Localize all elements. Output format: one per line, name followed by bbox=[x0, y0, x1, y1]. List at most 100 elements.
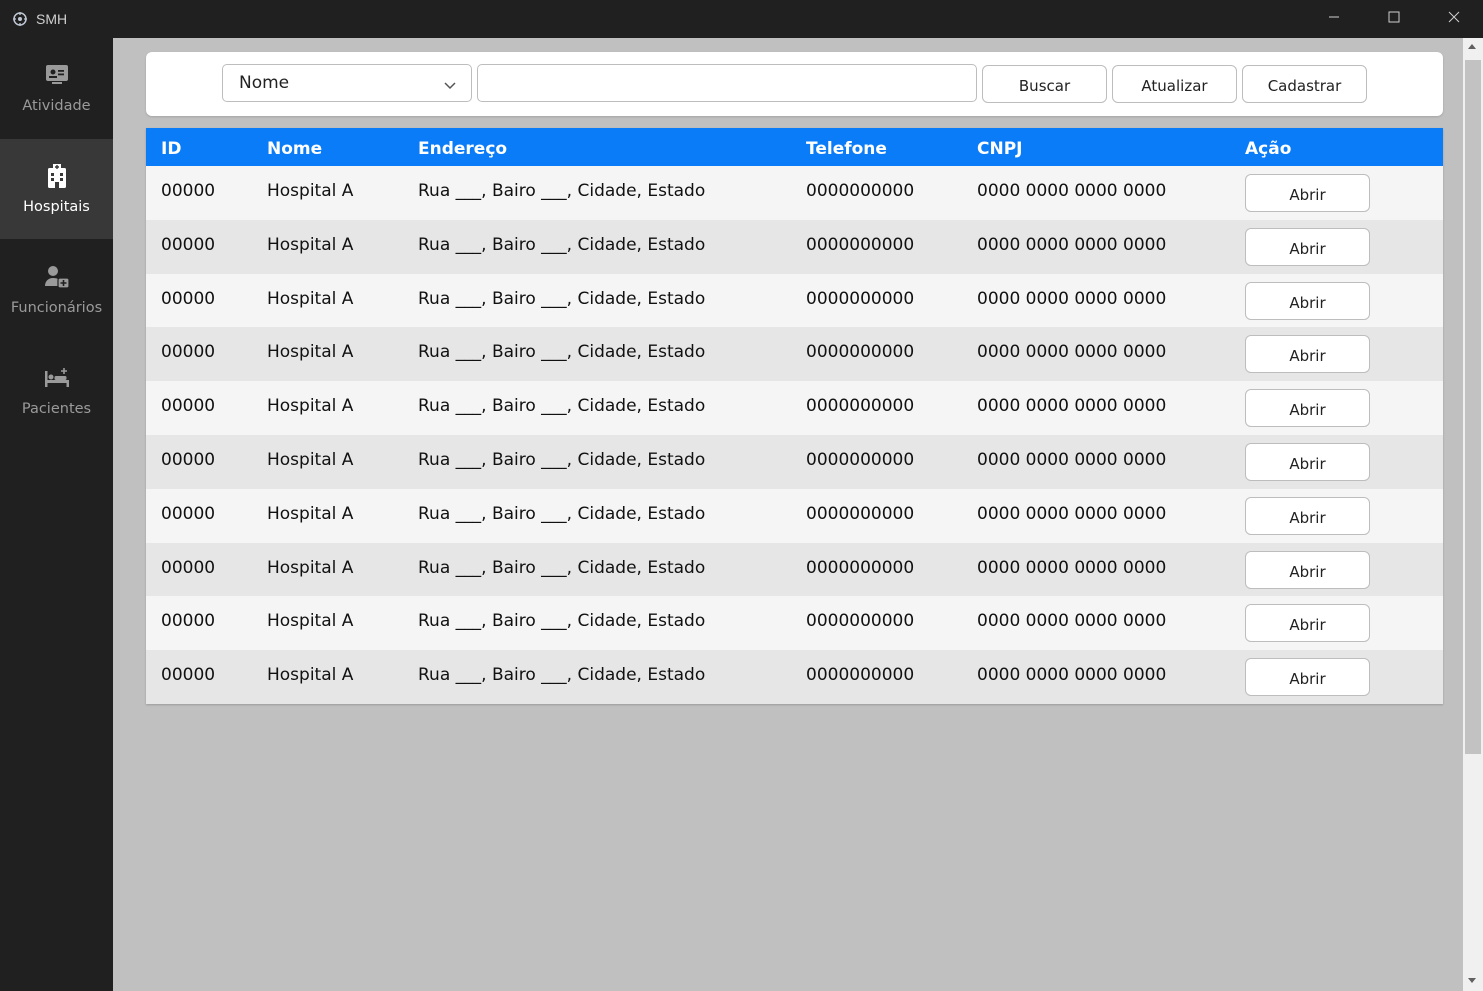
search-input[interactable] bbox=[477, 64, 977, 102]
abrir-button[interactable]: Abrir bbox=[1245, 496, 1370, 535]
bed-icon bbox=[44, 365, 70, 391]
table-row: 00000 Hospital A Rua ___, Bairo ___, Cidad… bbox=[146, 273, 1443, 328]
table-row: 00000 Hospital A Rua ___, Bairo ___, Cidad… bbox=[146, 488, 1443, 543]
sidebar-item-label: Funcionários bbox=[10, 300, 103, 316]
column-header-nome: Nome bbox=[267, 139, 323, 159]
close-button[interactable] bbox=[1431, 0, 1477, 38]
cell-telefone: 0000000000 bbox=[806, 449, 915, 470]
cell-telefone: 0000000000 bbox=[806, 396, 915, 417]
sidebar-item-atividade[interactable]: Atividade bbox=[0, 38, 113, 138]
sidebar-item-funcionarios[interactable]: Funcionários bbox=[0, 240, 113, 340]
table-header: ID Nome Endereço Telefone CNPJ Ação bbox=[146, 128, 1443, 166]
cell-endereco: Rua ___, Bairo ___, Cidade, Estado bbox=[418, 396, 706, 417]
cell-endereco: Rua ___, Bairo ___, Cidade, Estado bbox=[418, 342, 706, 363]
cell-nome: Hospital A bbox=[267, 449, 354, 470]
cell-id: 00000 bbox=[161, 396, 216, 417]
abrir-button[interactable]: Abrir bbox=[1245, 442, 1370, 481]
table-row: 00000 Hospital A Rua ___, Bairo ___, Cidad… bbox=[146, 166, 1443, 220]
cell-nome: Hospital A bbox=[267, 234, 354, 255]
cell-nome: Hospital A bbox=[267, 181, 354, 201]
cell-telefone: 0000000000 bbox=[806, 342, 915, 363]
title-bar: SMH bbox=[0, 0, 1483, 38]
table-row: 00000 Hospital A Rua ___, Bairo ___, Cidad… bbox=[146, 327, 1443, 382]
abrir-button[interactable]: Abrir bbox=[1245, 174, 1370, 212]
table-row: 00000 Hospital A Rua ___, Bairo ___, Cidad… bbox=[146, 650, 1443, 704]
cell-telefone: 0000000000 bbox=[806, 611, 915, 632]
cell-cnpj: 0000 0000 0000 0000 bbox=[977, 503, 1167, 524]
cell-telefone: 0000000000 bbox=[806, 181, 915, 201]
staff-icon bbox=[44, 264, 70, 290]
cell-cnpj: 0000 0000 0000 0000 bbox=[977, 449, 1167, 470]
column-header-id: ID bbox=[161, 139, 182, 159]
column-header-telefone: Telefone bbox=[806, 139, 887, 159]
cell-telefone: 0000000000 bbox=[806, 234, 915, 255]
sidebar-item-pacientes[interactable]: Pacientes bbox=[0, 341, 113, 441]
abrir-button[interactable]: Abrir bbox=[1245, 389, 1370, 428]
cell-cnpj: 0000 0000 0000 0000 bbox=[977, 288, 1167, 309]
cell-nome: Hospital A bbox=[267, 342, 354, 363]
hospital-icon bbox=[44, 163, 70, 189]
scroll-down-arrow-icon[interactable] bbox=[1468, 978, 1476, 983]
cell-nome: Hospital A bbox=[267, 665, 354, 686]
abrir-button[interactable]: Abrir bbox=[1245, 658, 1370, 697]
window-title: SMH bbox=[36, 11, 68, 27]
maximize-icon bbox=[1388, 10, 1400, 28]
abrir-button[interactable]: Abrir bbox=[1245, 227, 1370, 266]
table-row: 00000 Hospital A Rua ___, Bairo ___, Cidad… bbox=[146, 381, 1443, 435]
cell-cnpj: 0000 0000 0000 0000 bbox=[977, 181, 1167, 201]
cell-id: 00000 bbox=[161, 665, 216, 686]
abrir-button[interactable]: Abrir bbox=[1245, 604, 1370, 643]
cell-endereco: Rua ___, Bairo ___, Cidade, Estado bbox=[418, 611, 706, 632]
cell-id: 00000 bbox=[161, 557, 216, 578]
cell-id: 00000 bbox=[161, 342, 216, 363]
cell-telefone: 0000000000 bbox=[806, 503, 915, 524]
scroll-up-arrow-icon[interactable] bbox=[1468, 44, 1476, 49]
column-header-endereco: Endereço bbox=[418, 139, 508, 159]
atualizar-button[interactable]: Atualizar bbox=[1112, 65, 1237, 103]
cell-cnpj: 0000 0000 0000 0000 bbox=[977, 342, 1167, 363]
cell-cnpj: 0000 0000 0000 0000 bbox=[977, 234, 1167, 255]
sidebar-item-label: Atividade bbox=[22, 98, 91, 114]
cell-endereco: Rua ___, Bairo ___, Cidade, Estado bbox=[418, 449, 706, 470]
table-row: 00000 Hospital A Rua ___, Bairo ___, Cidad… bbox=[146, 434, 1443, 489]
abrir-button[interactable]: Abrir bbox=[1245, 550, 1370, 589]
filter-select[interactable]: Nome bbox=[222, 64, 472, 102]
buscar-button[interactable]: Buscar bbox=[982, 65, 1107, 103]
activity-icon bbox=[44, 62, 70, 88]
cell-nome: Hospital A bbox=[267, 396, 354, 417]
cell-cnpj: 0000 0000 0000 0000 bbox=[977, 557, 1167, 578]
minimize-icon bbox=[1328, 10, 1340, 28]
cell-cnpj: 0000 0000 0000 0000 bbox=[977, 665, 1167, 686]
cell-endereco: Rua ___, Bairo ___, Cidade, Estado bbox=[418, 288, 706, 309]
chevron-down-icon bbox=[443, 77, 457, 91]
cell-endereco: Rua ___, Bairo ___, Cidade, Estado bbox=[418, 234, 706, 255]
cell-nome: Hospital A bbox=[267, 288, 354, 309]
column-header-cnpj: CNPJ bbox=[977, 139, 1023, 159]
vertical-scrollbar[interactable] bbox=[1463, 38, 1483, 991]
main-content: Nome Buscar Atualizar Cadastrar ID Nome … bbox=[113, 38, 1463, 991]
app-logo-icon bbox=[12, 11, 28, 27]
cell-nome: Hospital A bbox=[267, 611, 354, 632]
cell-id: 00000 bbox=[161, 449, 216, 470]
cell-nome: Hospital A bbox=[267, 557, 354, 578]
maximize-button[interactable] bbox=[1371, 0, 1417, 38]
scrollbar-thumb[interactable] bbox=[1465, 60, 1481, 754]
cell-id: 00000 bbox=[161, 503, 216, 524]
cadastrar-button[interactable]: Cadastrar bbox=[1242, 65, 1367, 103]
search-toolbar: Nome Buscar Atualizar Cadastrar bbox=[146, 52, 1443, 116]
sidebar: Atividade Hospitais Funcionários Pacient… bbox=[0, 38, 113, 991]
minimize-button[interactable] bbox=[1311, 0, 1357, 38]
table-row: 00000 Hospital A Rua ___, Bairo ___, Cidad… bbox=[146, 596, 1443, 651]
table-row: 00000 Hospital A Rua ___, Bairo ___, Cidad… bbox=[146, 542, 1443, 597]
cell-id: 00000 bbox=[161, 288, 216, 309]
cell-cnpj: 0000 0000 0000 0000 bbox=[977, 396, 1167, 417]
cell-endereco: Rua ___, Bairo ___, Cidade, Estado bbox=[418, 665, 706, 686]
column-header-acao: Ação bbox=[1245, 139, 1292, 159]
cell-telefone: 0000000000 bbox=[806, 288, 915, 309]
cell-telefone: 0000000000 bbox=[806, 557, 915, 578]
abrir-button[interactable]: Abrir bbox=[1245, 281, 1370, 320]
close-icon bbox=[1448, 10, 1460, 28]
table-row: 00000 Hospital A Rua ___, Bairo ___, Cidad… bbox=[146, 219, 1443, 274]
sidebar-item-hospitais[interactable]: Hospitais bbox=[0, 139, 113, 239]
abrir-button[interactable]: Abrir bbox=[1245, 335, 1370, 374]
